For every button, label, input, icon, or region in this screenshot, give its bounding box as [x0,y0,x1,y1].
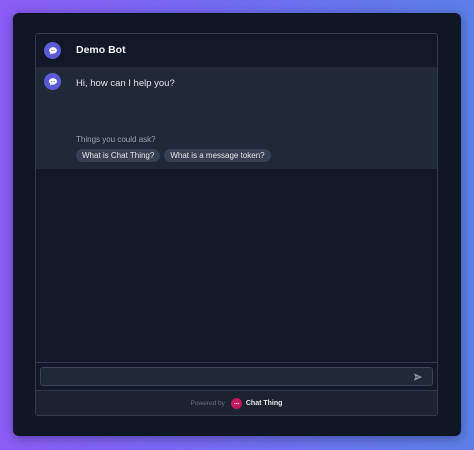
suggestion-chip-message-token[interactable]: What is a message token? [164,149,271,162]
send-icon[interactable] [413,372,423,382]
bot-message: Hi, how can I help you? Things you could… [36,68,437,169]
suggestion-chip-chat-thing[interactable]: What is Chat Thing? [76,149,161,162]
brand-name-link[interactable]: Chat Thing [246,400,283,407]
message-text: Hi, how can I help you? [76,78,175,89]
chat-header: Demo Bot [36,34,437,68]
chat-thing-logo-icon [230,398,242,409]
chat-widget: Demo Bot Hi, how can I help you? Things … [35,33,438,416]
message-input-box[interactable] [40,367,433,386]
suggestions-label: Things you could ask? [76,135,156,144]
suggestion-list: What is Chat Thing? What is a message to… [76,149,271,162]
bot-avatar-icon [44,42,61,59]
bot-name: Demo Bot [76,44,126,56]
footer: Powered by Chat Thing [36,390,437,415]
powered-by-text: Powered by [190,400,225,407]
message-input[interactable] [47,370,407,383]
input-area [36,362,437,390]
message-avatar-icon [44,73,61,90]
